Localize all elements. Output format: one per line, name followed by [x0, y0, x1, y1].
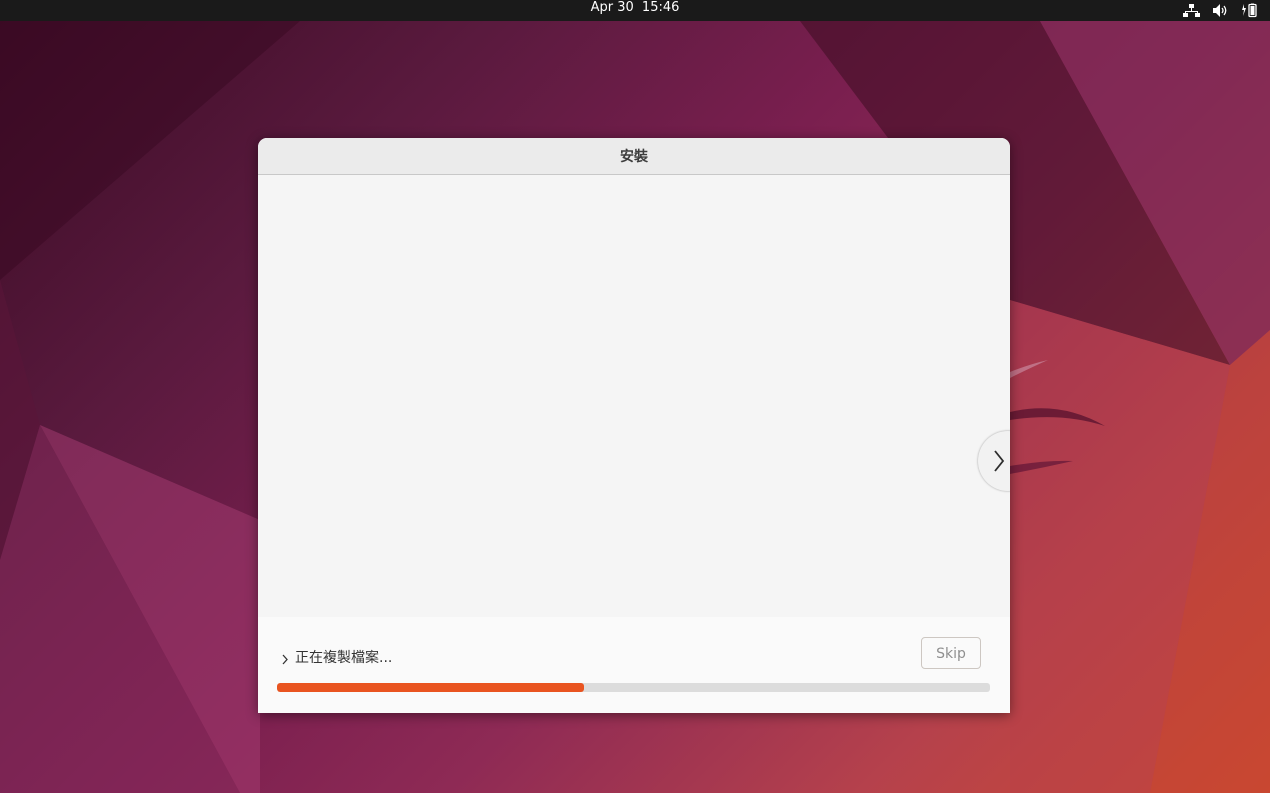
- network-wired-icon[interactable]: [1183, 3, 1200, 18]
- window-titlebar[interactable]: 安裝: [258, 138, 1010, 175]
- clock-date: Apr 30: [590, 0, 634, 15]
- details-expander[interactable]: 正在複製檔案...: [280, 647, 392, 667]
- skip-button[interactable]: Skip: [921, 637, 981, 669]
- slideshow-area: [258, 175, 1010, 617]
- volume-icon[interactable]: [1212, 3, 1229, 18]
- desktop: Apr 30 15:46 安裝 正在複製檔案... Skip: [0, 0, 1270, 793]
- install-footer: 正在複製檔案... Skip: [258, 617, 1010, 713]
- install-progress-fill: [277, 683, 584, 692]
- chevron-right-icon: [282, 654, 288, 665]
- top-bar: Apr 30 15:46: [0, 0, 1270, 21]
- installer-window: 安裝 正在複製檔案... Skip: [258, 138, 1010, 713]
- chevron-right-icon: [994, 450, 1005, 472]
- clock-time: 15:46: [641, 0, 680, 15]
- battery-icon[interactable]: [1241, 3, 1258, 18]
- install-progress-bar: [277, 683, 990, 692]
- clock[interactable]: Apr 30 15:46: [0, 0, 1270, 21]
- system-tray[interactable]: [1183, 0, 1258, 21]
- install-status-text: 正在複製檔案...: [295, 650, 393, 666]
- next-slide-button[interactable]: [978, 431, 1010, 491]
- window-title: 安裝: [620, 149, 648, 165]
